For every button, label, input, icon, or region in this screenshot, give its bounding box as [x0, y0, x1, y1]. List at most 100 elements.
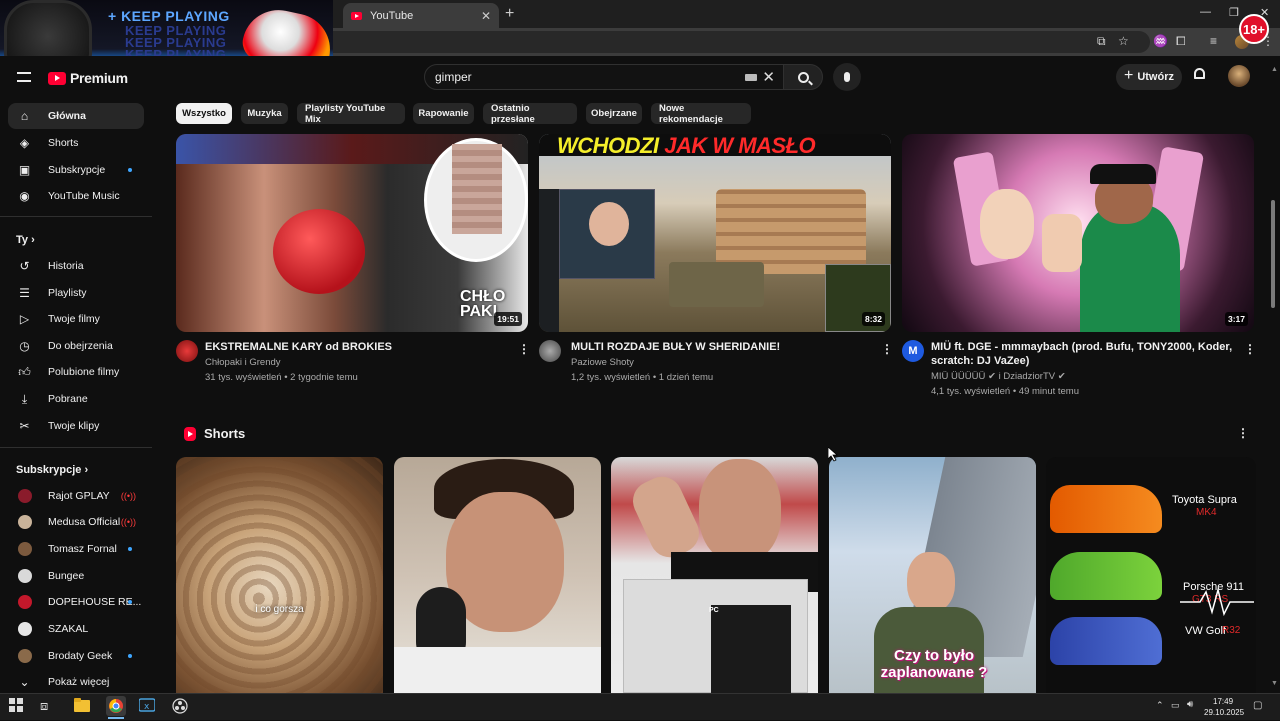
short-thumbnail[interactable]: Toyota Supra MK4 Porsche 911 GT3 RS VW G… [1046, 457, 1256, 693]
sidebar-channel[interactable]: DOPEHOUSE RE... [8, 589, 144, 615]
sidebar-channel[interactable]: SZAKAL [8, 616, 144, 642]
pilot-face [907, 552, 955, 612]
sidebar-item-downloads[interactable]: ⤓ Pobrane [8, 386, 144, 412]
channel-name: Medusa Official [48, 516, 121, 528]
clear-search-icon[interactable]: ✕ [762, 68, 775, 86]
video-title[interactable]: MULTI ROZDAJE BUŁY W SHERIDANIE! [571, 340, 780, 354]
address-bar[interactable] [320, 31, 1150, 53]
chip-recent[interactable]: Ostatnio przesłane [483, 103, 577, 125]
sidebar-item-clips[interactable]: ✂ Twoje klipy [8, 413, 144, 439]
chip-watched[interactable]: Obejrzane [586, 103, 642, 124]
sidebar-item-label: Shorts [48, 137, 79, 149]
sidebar-item-watch-later[interactable]: ◷ Do obejrzenia [8, 333, 144, 359]
page-scrollbar[interactable] [1271, 200, 1275, 308]
sidebar-channel[interactable]: Bungee [8, 563, 144, 589]
subs-heading-label: Subskrypcje [16, 464, 82, 476]
more-options-icon[interactable]: ⋮ [518, 342, 530, 356]
short-thumbnail[interactable]: i co gorsza [176, 457, 383, 693]
sidebar-item-subscriptions[interactable]: ▣ Subskrypcje [8, 157, 144, 183]
clock-date[interactable]: 29.10.2025 [1204, 708, 1244, 717]
extensions-puzzle-icon[interactable]: ⧠ [1176, 34, 1186, 49]
channel-avatar[interactable] [539, 340, 561, 362]
more-options-icon[interactable]: ⋮ [1244, 342, 1256, 356]
voice-search-button[interactable] [833, 63, 861, 91]
search-button[interactable] [783, 64, 823, 90]
chip-rap[interactable]: Rapowanie [413, 103, 474, 124]
sidebar-item-your-videos[interactable]: ▷ Twoje filmy [8, 306, 144, 332]
scroll-up-icon[interactable]: ▲ [1271, 66, 1278, 73]
install-app-icon[interactable]: ⧉ [1097, 34, 1106, 49]
short-thumbnail[interactable]: PC [611, 457, 818, 693]
live-indicator-icon: ((•)) [120, 491, 136, 501]
network-icon[interactable]: ▭ [1171, 700, 1180, 711]
short-thumbnail[interactable] [394, 457, 601, 693]
avatar[interactable] [1228, 65, 1250, 87]
channel-name[interactable]: i DziadziorTV [999, 371, 1056, 382]
shorts-icon: ◈ [19, 136, 30, 150]
sidebar-item-shorts[interactable]: ◈ Shorts [8, 130, 144, 156]
pc-interior-image [711, 605, 791, 693]
channel-name[interactable]: Paziowe Shoty [571, 357, 634, 368]
browser-tab-youtube[interactable]: YouTube ✕ [343, 3, 499, 28]
chip-all[interactable]: Wszystko [176, 103, 232, 124]
sidebar-channel[interactable]: Brodaty Geek [8, 643, 144, 669]
windows-start-icon[interactable] [9, 698, 25, 714]
search-input[interactable]: gimper ✕ [424, 64, 784, 90]
chip-new-recs[interactable]: Nowe rekomendacje [651, 103, 751, 125]
sidebar-item-music[interactable]: ◉ YouTube Music [8, 183, 144, 209]
sidebar-channel[interactable]: Rajot GPLAY ((•)) [8, 483, 144, 509]
you-section-heading[interactable]: Ty › [16, 234, 35, 246]
car-blue-image [1050, 617, 1162, 665]
obs-studio-icon[interactable] [172, 698, 188, 714]
chip-music[interactable]: Muzyka [241, 103, 288, 124]
extension-icon[interactable]: ♒ [1153, 34, 1168, 48]
video-thumbnail[interactable]: 3:17 [902, 134, 1254, 332]
notifications-bell-icon[interactable] [1193, 68, 1207, 82]
subscriptions-section-heading[interactable]: Subskrypcje › [16, 464, 88, 476]
scroll-down-icon[interactable]: ▼ [1271, 680, 1278, 687]
channel-avatar[interactable] [176, 340, 198, 362]
clock-time[interactable]: 17:49 [1213, 697, 1233, 706]
chip-mix[interactable]: Playlisty YouTube Mix [297, 103, 405, 125]
minimize-button[interactable]: — [1200, 6, 1211, 18]
shorts-more-options-icon[interactable]: ⋮ [1237, 426, 1249, 440]
channel-avatar[interactable]: M [902, 340, 924, 362]
keyboard-icon[interactable] [745, 74, 757, 81]
short-thumbnail[interactable]: Czy to było zaplanowane ? [829, 457, 1036, 693]
music-icon: ◉ [19, 189, 30, 203]
notification-center-icon[interactable]: ▢ [1253, 700, 1262, 711]
video-title[interactable]: MIÜ ft. DGE - mmmaybach (prod. Bufu, TON… [931, 340, 1232, 368]
xbox-app-icon[interactable]: x [138, 698, 156, 714]
chrome-taskbar-button[interactable] [106, 696, 126, 716]
show-more-button[interactable]: ⌄ Pokaż więcej [8, 669, 144, 695]
channel-avatar [18, 595, 32, 609]
channel-name[interactable]: MIÜ ÜÜÜÜÜ [931, 371, 985, 382]
sidebar-item-label: Główna [48, 110, 86, 122]
more-options-icon[interactable]: ⋮ [881, 342, 893, 356]
create-button[interactable]: + Utwórz [1116, 64, 1182, 90]
task-view-icon[interactable]: ⧈ [40, 698, 56, 714]
sidebar-item-liked[interactable]: 👍︎ Polubione filmy [8, 359, 144, 385]
sidebar-item-playlists[interactable]: ☰ Playlisty [8, 280, 144, 306]
video-thumbnail[interactable]: WCHODZI JAK W MASŁO 8:32 [539, 134, 891, 332]
volume-icon[interactable]: 🔊︎ [1187, 699, 1193, 710]
bookmark-star-icon[interactable]: ☆ [1118, 34, 1129, 48]
sidebar-channel[interactable]: Medusa Official ((•)) [8, 509, 144, 535]
tab-close-icon[interactable]: ✕ [481, 9, 491, 23]
you-heading-label: Ty [16, 234, 29, 246]
channel-names[interactable]: MIÜ ÜÜÜÜÜ ✔ i DziadziorTV ✔ [931, 371, 1066, 382]
youtube-premium-logo[interactable]: Premium [48, 70, 128, 86]
channel-name[interactable]: Chłopaki i Grendy [205, 357, 281, 368]
new-tab-button[interactable]: + [505, 5, 514, 23]
sidebar-item-history[interactable]: ↺ Historia [8, 253, 144, 279]
sidebar-channel[interactable]: Tomasz Fornal [8, 536, 144, 562]
sidebar-item-home[interactable]: ⌂ Główna [8, 103, 144, 129]
tray-overflow-icon[interactable]: ⌃ [1156, 700, 1164, 711]
new-content-dot [128, 600, 132, 604]
reading-list-icon[interactable]: ≡ [1210, 34, 1217, 48]
video-title[interactable]: EKSTREMALNE KARY od BROKIES [205, 340, 392, 354]
video-thumbnail[interactable]: CHŁO PAKI 19:51 [176, 134, 528, 332]
hamburger-menu-icon[interactable] [17, 72, 31, 82]
maximize-button[interactable]: ❐ [1229, 6, 1239, 19]
file-explorer-icon[interactable] [74, 698, 90, 714]
